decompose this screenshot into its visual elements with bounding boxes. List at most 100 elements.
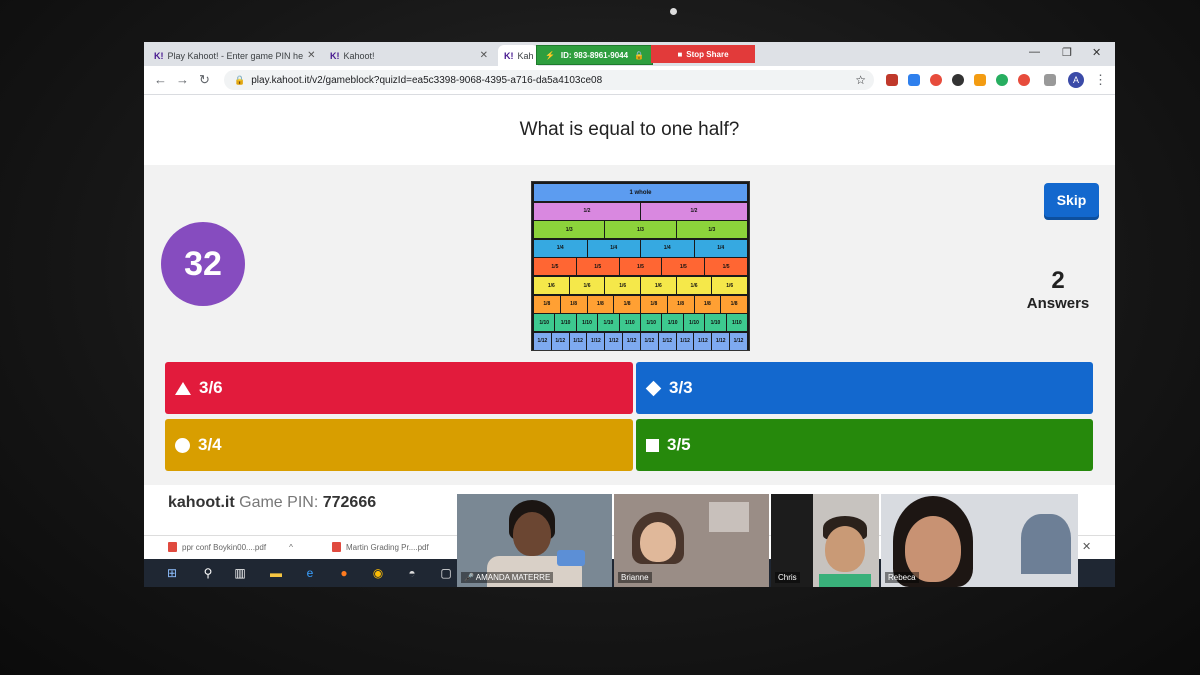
fraction-row: 1/2 1/2 bbox=[534, 202, 747, 220]
tab-kahoot[interactable]: K! Kahoot! ✕ bbox=[324, 45, 494, 66]
triangle-icon bbox=[175, 381, 191, 395]
download-name: Martin Grading Pr....pdf bbox=[346, 542, 429, 552]
zoom-meeting-bar[interactable]: ⚡ ID: 983-8961-9044 🔒 bbox=[536, 45, 653, 65]
firefox-icon[interactable]: ● bbox=[336, 565, 352, 581]
fraction-cell: 1/5 bbox=[619, 258, 662, 276]
reload-icon[interactable]: ↻ bbox=[199, 72, 210, 88]
participant-image bbox=[557, 550, 585, 566]
avatar-letter: A bbox=[1072, 75, 1079, 85]
extension-icon[interactable] bbox=[908, 74, 920, 86]
extension-icon[interactable] bbox=[1018, 74, 1030, 86]
task-view-icon[interactable]: ▥ bbox=[232, 565, 248, 581]
close-window-icon[interactable]: ✕ bbox=[1092, 46, 1101, 59]
participant-video[interactable]: Rebeca bbox=[881, 494, 1078, 587]
forward-arrow-icon[interactable]: → bbox=[176, 72, 189, 87]
close-icon[interactable]: ✕ bbox=[307, 50, 315, 61]
stop-share-label: Stop Share bbox=[686, 49, 729, 59]
download-item[interactable]: Martin Grading Pr....pdf bbox=[332, 542, 429, 552]
fraction-cell: 1/2 bbox=[534, 202, 640, 220]
fraction-label: 1/10 bbox=[689, 319, 699, 326]
extension-icon[interactable] bbox=[952, 74, 964, 86]
fraction-label: 1/10 bbox=[603, 319, 614, 326]
fraction-cell: 1/10 bbox=[641, 314, 662, 332]
fraction-label: 1/8 bbox=[543, 301, 551, 308]
menu-icon[interactable]: ⋮ bbox=[1094, 72, 1107, 88]
extension-icon[interactable] bbox=[996, 74, 1008, 86]
stop-share-button[interactable]: ■ Stop Share bbox=[651, 45, 755, 63]
fraction-cell: 1/2 bbox=[641, 202, 747, 220]
fraction-cell: 1/5 bbox=[662, 258, 705, 276]
windows-start-icon[interactable]: ⊞ bbox=[164, 565, 180, 581]
minimize-icon[interactable]: — bbox=[1029, 46, 1040, 58]
extension-icon[interactable] bbox=[886, 74, 898, 86]
extension-icon[interactable] bbox=[930, 74, 942, 86]
fraction-label: 1/6 bbox=[654, 282, 662, 289]
participant-video[interactable]: 🎤 AMANDA MATERRE bbox=[457, 494, 612, 587]
fraction-row: 1/12 1/12 1/12 1/12 1/12 1/12 1/12 1/12 1/12 1/12… bbox=[534, 332, 747, 350]
site-name: kahoot.it bbox=[168, 494, 235, 511]
game-pin-number: 772666 bbox=[322, 494, 377, 511]
address-bar: ← → ↻ 🔒 play.kahoot.it/v2/gameblock?quiz… bbox=[144, 66, 1115, 95]
fraction-label: 1/10 bbox=[667, 319, 678, 326]
star-icon[interactable]: ☆ bbox=[855, 73, 866, 87]
answer-counter: 2 Answers bbox=[1014, 267, 1102, 312]
answer-button-green[interactable]: 3/5 bbox=[636, 419, 1093, 471]
answer-button-blue[interactable]: 3/3 bbox=[636, 362, 1093, 414]
participant-image bbox=[1021, 514, 1071, 574]
fraction-cell: 1/5 bbox=[705, 258, 747, 276]
participant-video[interactable]: Chris bbox=[771, 494, 879, 587]
file-explorer-icon[interactable]: ▬ bbox=[268, 565, 284, 581]
fraction-label: 1/3 bbox=[637, 226, 644, 233]
fraction-cell: 1/3 bbox=[676, 221, 747, 239]
download-name: ppr conf Boykin00....pdf bbox=[182, 542, 267, 552]
close-icon[interactable]: ✕ bbox=[1082, 540, 1091, 553]
fraction-label: 1/8 bbox=[703, 301, 711, 308]
answer-button-red[interactable]: 3/6 bbox=[165, 362, 633, 414]
fraction-cell: 1/10 bbox=[555, 314, 576, 332]
fraction-cell: 1/8 bbox=[587, 295, 614, 313]
participant-name-text: AMANDA MATERRE bbox=[475, 573, 551, 582]
close-icon[interactable]: ✕ bbox=[480, 50, 488, 61]
download-item[interactable]: ppr conf Boykin00....pdf ^ bbox=[168, 542, 293, 552]
fraction-label: 1/12 bbox=[715, 338, 726, 345]
url-field[interactable]: 🔒 play.kahoot.it/v2/gameblock?quizId=ea5… bbox=[224, 70, 874, 90]
tab-kahoot-active[interactable]: K! Kah bbox=[498, 45, 538, 66]
skip-button[interactable]: Skip bbox=[1044, 183, 1099, 217]
game-pin: kahoot.it Game PIN: 772666 bbox=[168, 494, 376, 512]
browser-tab-strip: K! Play Kahoot! - Enter game PIN he ✕ K!… bbox=[144, 42, 1115, 66]
fraction-cell: 1/10 bbox=[576, 314, 598, 332]
maximize-icon[interactable]: ❐ bbox=[1062, 46, 1072, 59]
fraction-label: 1/10 bbox=[560, 319, 571, 326]
fraction-label: 1/12 bbox=[537, 338, 548, 345]
tab-play-kahoot[interactable]: K! Play Kahoot! - Enter game PIN he ✕ bbox=[148, 45, 320, 66]
reading-list-icon[interactable] bbox=[1044, 74, 1056, 86]
fraction-label: 1/10 bbox=[539, 319, 550, 326]
game-pin-label: Game PIN: bbox=[239, 494, 319, 511]
fraction-label: 1/12 bbox=[698, 338, 708, 345]
chrome-icon[interactable]: ◉ bbox=[370, 565, 386, 581]
app-icon[interactable]: ▢ bbox=[438, 565, 454, 581]
fraction-cell: 1/6 bbox=[712, 277, 748, 294]
extension-icon[interactable] bbox=[974, 74, 986, 86]
fraction-label: 1/12 bbox=[662, 338, 673, 345]
edge-browser-icon[interactable]: e bbox=[302, 565, 318, 581]
participant-video[interactable]: Brianne bbox=[614, 494, 769, 587]
fraction-cell: 1/10 bbox=[534, 314, 555, 332]
app-icon[interactable]: ◓ bbox=[404, 565, 420, 581]
fraction-cell: 1/12 bbox=[551, 332, 569, 350]
back-arrow-icon[interactable]: ← bbox=[154, 72, 167, 87]
fraction-label: 1/12 bbox=[573, 338, 583, 345]
search-icon[interactable]: ⚲ bbox=[200, 565, 216, 581]
fraction-label: 1/5 bbox=[637, 263, 644, 270]
fraction-cell: 1/10 bbox=[662, 314, 683, 332]
answer-button-yellow[interactable]: 3/4 bbox=[165, 419, 633, 471]
fraction-label: 1/5 bbox=[722, 263, 730, 270]
fraction-cell: 1/12 bbox=[623, 332, 640, 350]
fraction-cell: 1/6 bbox=[534, 277, 569, 294]
fraction-wall-image: 1 whole 1/2 1/2 1/3 1/3 1/3 1/4 1/4 1/4 1/4 1/5 1/… bbox=[531, 181, 750, 351]
chevron-up-icon[interactable]: ^ bbox=[289, 543, 293, 552]
fraction-label: 1/8 bbox=[596, 301, 604, 308]
fraction-cell: 1/8 bbox=[560, 295, 587, 313]
fraction-cell: 1/10 bbox=[726, 314, 748, 332]
profile-avatar[interactable]: A bbox=[1068, 72, 1084, 88]
